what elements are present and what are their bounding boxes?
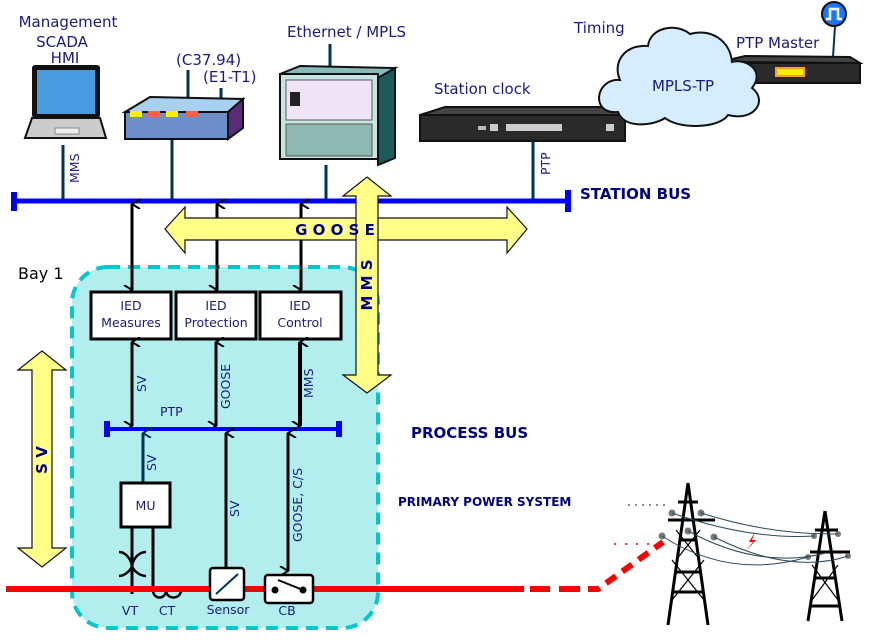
cb-goose-label: GOOSE, C/S [290,468,305,542]
station-clock-icon [419,106,627,142]
ethernet-mpls-label: Ethernet / MPLS [287,23,406,41]
primary-power-system-label: PRIMARY POWER SYSTEM [398,495,571,509]
c3794-label: (C37.94) [176,51,241,69]
svg-text:Measures: Measures [101,315,161,330]
hmi-label: HMI [51,49,80,67]
diagram-canvas: Bay 1 Management SCADA HMI MMS (C37.94) … [6,1,864,630]
ptp-link-label: PTP [538,152,553,175]
ethernet-mpls-switch-rack-icon [279,44,399,167]
sv-vertical-label: S V [33,446,51,474]
merging-unit[interactable]: MU [119,481,172,529]
cb-label: CB [278,603,295,618]
mpls-tp-label: MPLS-TP [652,77,714,95]
ied-protection[interactable]: IED Protection [174,290,258,341]
process-bus-label: PROCESS BUS [411,424,528,442]
circuit-breaker-icon[interactable] [263,573,315,605]
svg-text:IED: IED [205,298,226,313]
goose-link-label: GOOSE [218,364,233,409]
svg-text:MU: MU [136,498,156,513]
goose-label: G O O S E [295,221,375,239]
sensor-icon[interactable] [208,566,246,602]
mms-vertical-label: M M S [358,259,376,310]
iec61850-architecture-diagram: Bay 1 Management SCADA HMI MMS (C37.94) … [0,0,872,641]
svg-text:Control: Control [277,315,322,330]
management-label: Management [19,13,118,31]
transmission-tower-icon [658,482,718,626]
mms-link-label: MMS [67,153,82,183]
svg-text:IED: IED [289,298,310,313]
station-bus-line [11,190,571,212]
station-bus-label: STATION BUS [580,185,691,203]
ied-measures[interactable]: IED Measures [89,290,173,341]
vt-label: VT [122,603,139,618]
svg-text:IED: IED [120,298,141,313]
timing-signal-icon [821,1,847,27]
bay-1-label: Bay 1 [18,264,64,283]
sensor-sv-label: SV [227,500,242,517]
laptop-hmi-icon [23,65,108,139]
svg-text:Protection: Protection [184,315,247,330]
fault-lightning-icon [745,532,756,552]
station-clock-label: Station clock [434,80,531,98]
ptp-master-label: PTP Master [736,34,820,52]
timing-label: Timing [573,19,625,37]
ct-label: CT [159,603,176,618]
ied-control[interactable]: IED Control [258,290,343,341]
sensor-label: Sensor [207,602,251,617]
mms-ied-link-label: MMS [301,368,316,398]
process-ptp-label: PTP [160,404,183,419]
transmission-tower-icon-2 [805,510,851,622]
mu-sv-label: SV [144,454,159,471]
e1t1-label: (E1-T1) [203,68,256,86]
sv-link-label: SV [134,375,149,392]
